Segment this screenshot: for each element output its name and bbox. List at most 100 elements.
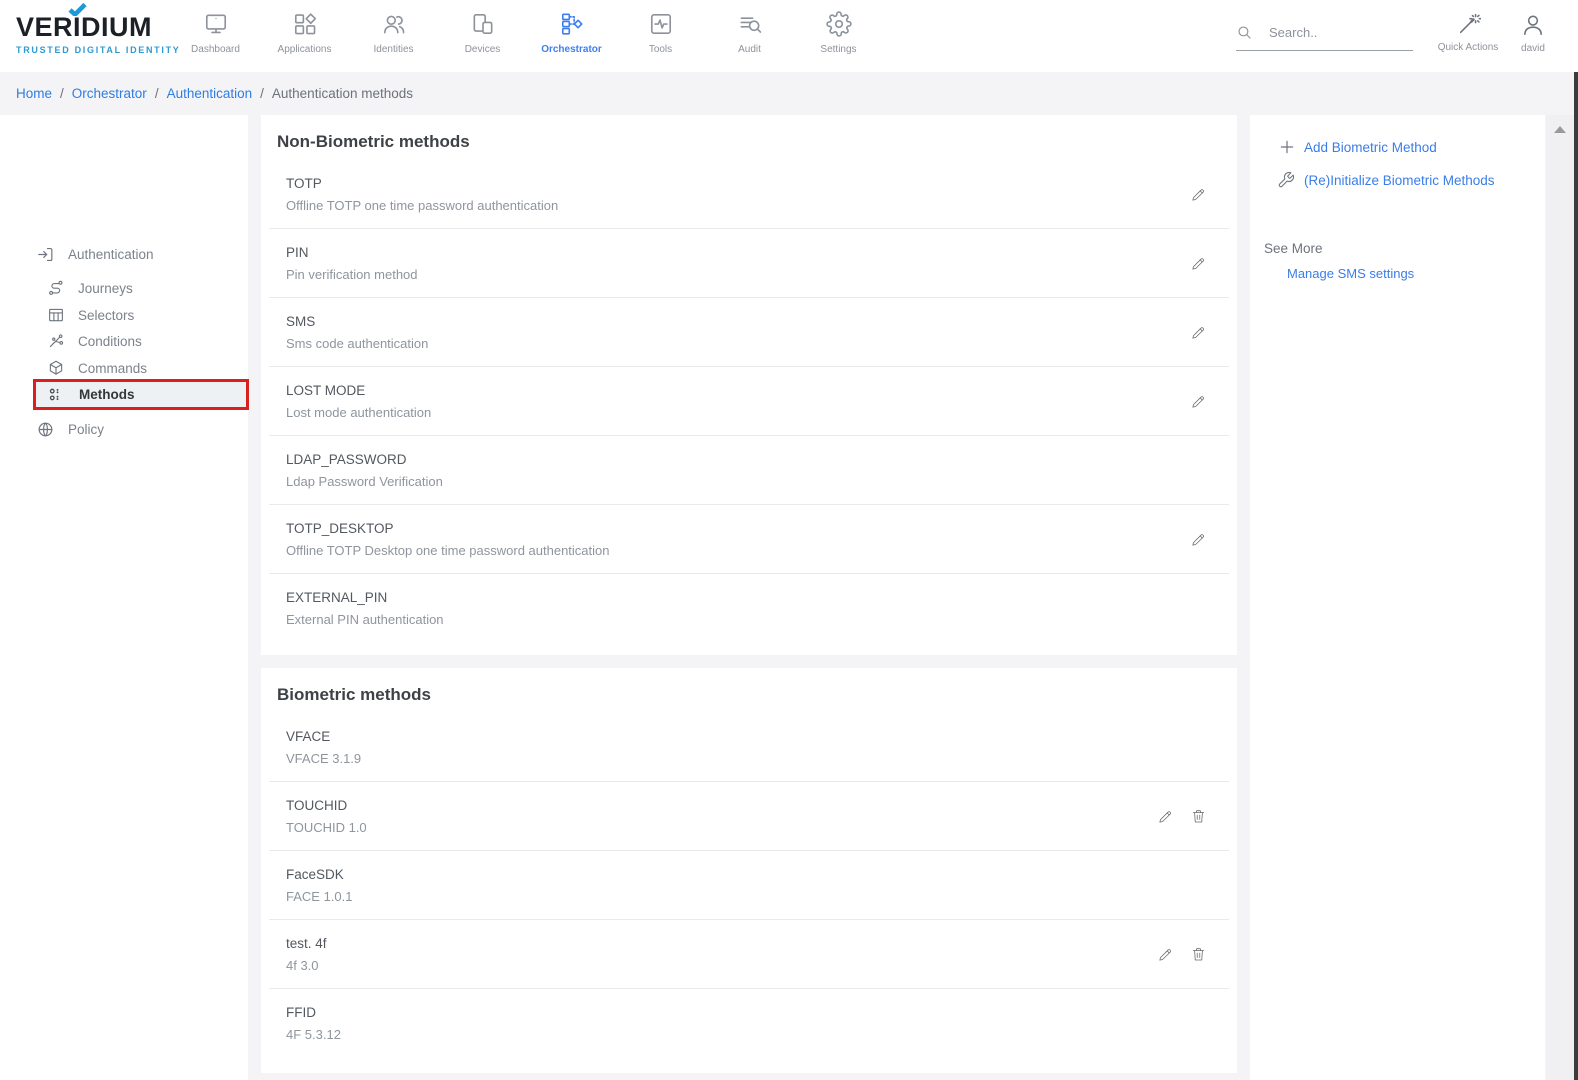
method-row-ffid: FFID 4F 5.3.12	[269, 989, 1229, 1058]
sidebar-item-policy[interactable]: Policy	[36, 417, 104, 441]
nav-label: Audit	[738, 44, 761, 55]
breadcrumb-home[interactable]: Home	[16, 86, 52, 101]
nav-label: Applications	[278, 44, 332, 55]
method-row-pin: PIN Pin verification method	[269, 229, 1229, 298]
edit-icon[interactable]	[1157, 946, 1174, 963]
sidebar-item-label: Commands	[78, 361, 147, 376]
identities-icon	[381, 9, 407, 39]
breadcrumb-separator: /	[60, 86, 64, 101]
settings-icon	[826, 9, 852, 39]
brand-logo[interactable]: VERIDIUM TRUSTED DIGITAL IDENTITY	[16, 14, 180, 55]
method-row-sms: SMS Sms code authentication	[269, 298, 1229, 367]
method-description: Offline TOTP Desktop one time password a…	[286, 543, 610, 558]
method-row-lost-mode: LOST MODE Lost mode authentication	[269, 367, 1229, 436]
nav-label: Tools	[649, 44, 672, 55]
edit-icon[interactable]	[1190, 255, 1207, 272]
non-biometric-rows: TOTP Offline TOTP one time password auth…	[269, 152, 1229, 643]
method-description: Ldap Password Verification	[286, 474, 443, 489]
breadcrumb-authentication[interactable]: Authentication	[167, 86, 253, 101]
sidebar-item-label: Methods	[79, 387, 135, 402]
add-biometric-method-button[interactable]: Add Biometric Method	[1279, 139, 1437, 155]
journeys-icon	[46, 279, 65, 298]
breadcrumb: Home / Orchestrator / Authentication / A…	[0, 72, 1578, 115]
nav-label: Orchestrator	[541, 44, 602, 55]
delete-icon[interactable]	[1190, 946, 1207, 963]
table-icon	[46, 306, 65, 325]
sidebar-item-label: Authentication	[68, 247, 154, 262]
method-row-vface: VFACE VFACE 3.1.9	[269, 713, 1229, 782]
nav-audit[interactable]: Audit	[705, 9, 794, 55]
tools-icon	[648, 9, 674, 39]
biometric-title: Biometric methods	[261, 668, 1237, 705]
breadcrumb-orchestrator[interactable]: Orchestrator	[72, 86, 147, 101]
edit-icon[interactable]	[1157, 808, 1174, 825]
search-input[interactable]	[1269, 25, 1399, 40]
edit-icon[interactable]	[1190, 186, 1207, 203]
sidebar-item-conditions[interactable]: Conditions	[46, 329, 142, 353]
method-name: SMS	[286, 314, 428, 329]
method-name: EXTERNAL_PIN	[286, 590, 444, 605]
method-description: Lost mode authentication	[286, 405, 431, 420]
method-name: PIN	[286, 245, 418, 260]
reinitialize-biometric-methods-button[interactable]: (Re)Initialize Biometric Methods	[1277, 171, 1495, 189]
breadcrumb-separator: /	[260, 86, 264, 101]
nav-label: Settings	[820, 44, 856, 55]
edit-icon[interactable]	[1190, 393, 1207, 410]
nav-dashboard[interactable]: Dashboard	[171, 9, 260, 55]
search-icon	[1236, 24, 1253, 41]
delete-icon[interactable]	[1190, 808, 1207, 825]
method-row-touchid: TOUCHID TOUCHID 1.0	[269, 782, 1229, 851]
method-description: TOUCHID 1.0	[286, 820, 367, 835]
dashboard-icon	[203, 9, 229, 39]
sidebar-item-label: Journeys	[78, 281, 133, 296]
nav-tools[interactable]: Tools	[616, 9, 705, 55]
top-bar: VERIDIUM TRUSTED DIGITAL IDENTITY Dashbo…	[0, 0, 1578, 72]
sidebar-item-label: Conditions	[78, 334, 142, 349]
orchestrator-icon	[559, 9, 585, 39]
nav-label: Devices	[465, 44, 501, 55]
main-content: Non-Biometric methods TOTP Offline TOTP …	[261, 115, 1237, 1073]
nav-label: Dashboard	[191, 44, 240, 55]
see-more-heading: See More	[1264, 241, 1323, 256]
edit-icon[interactable]	[1190, 531, 1207, 548]
method-name: LOST MODE	[286, 383, 431, 398]
reinitialize-label: (Re)Initialize Biometric Methods	[1304, 173, 1495, 188]
vertical-scrollbar[interactable]	[1546, 115, 1574, 1080]
nav-devices[interactable]: Devices	[438, 9, 527, 55]
cube-icon	[46, 359, 65, 378]
method-name: TOTP	[286, 176, 558, 191]
method-row-test-4f: test. 4f 4f 3.0	[269, 920, 1229, 989]
method-description: 4f 3.0	[286, 958, 327, 973]
nav-applications[interactable]: Applications	[260, 9, 349, 55]
sidebar-item-label: Policy	[68, 422, 104, 437]
sidebar-item-authentication[interactable]: Authentication	[36, 242, 154, 266]
audit-icon	[737, 9, 763, 39]
magic-wand-icon	[1456, 12, 1481, 37]
quick-actions-label: Quick Actions	[1438, 42, 1499, 53]
breadcrumb-separator: /	[155, 86, 159, 101]
method-description: Offline TOTP one time password authentic…	[286, 198, 558, 213]
nav-orchestrator[interactable]: Orchestrator	[527, 9, 616, 55]
sidebar-item-methods-selected[interactable]: Methods	[33, 379, 249, 410]
devices-icon	[470, 9, 496, 39]
nav-identities[interactable]: Identities	[349, 9, 438, 55]
sidebar-item-journeys[interactable]: Journeys	[46, 276, 133, 300]
method-row-totp-desktop: TOTP_DESKTOP Offline TOTP Desktop one ti…	[269, 505, 1229, 574]
edit-icon[interactable]	[1190, 324, 1207, 341]
manage-sms-settings-link[interactable]: Manage SMS settings	[1287, 266, 1414, 281]
quick-actions-button[interactable]: Quick Actions	[1432, 12, 1504, 53]
biometric-methods-card: Biometric methods VFACE VFACE 3.1.9 TOUC…	[261, 668, 1237, 1073]
user-icon	[1520, 12, 1546, 38]
method-description: Pin verification method	[286, 267, 418, 282]
login-icon	[36, 245, 55, 264]
scroll-up-arrow-icon[interactable]	[1554, 126, 1566, 133]
nav-settings[interactable]: Settings	[794, 9, 883, 55]
method-name: VFACE	[286, 729, 361, 744]
branch-icon	[46, 332, 65, 351]
method-description: Sms code authentication	[286, 336, 428, 351]
sidebar-item-commands[interactable]: Commands	[46, 356, 147, 380]
sidebar-item-selectors[interactable]: Selectors	[46, 303, 134, 327]
user-menu[interactable]: david	[1505, 12, 1561, 54]
method-description: External PIN authentication	[286, 612, 444, 627]
methods-dots-icon	[47, 385, 66, 404]
